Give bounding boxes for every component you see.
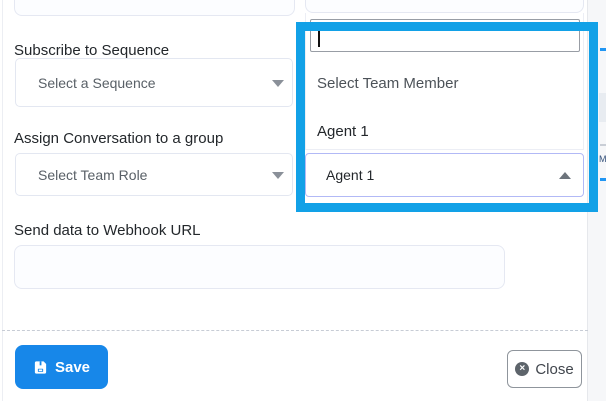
webhook-url-input[interactable] [14,245,505,289]
close-icon: × [515,362,529,376]
save-button-label: Save [55,359,90,376]
team-role-select-value: Select Team Role [16,167,147,183]
save-button[interactable]: Save [15,345,108,389]
subscribe-sequence-label: Subscribe to Sequence [14,42,169,59]
strip-blue-line [600,48,606,51]
sequence-select-value: Select a Sequence [16,75,156,91]
dropdown-option-select-team-member[interactable]: Select Team Member [317,75,567,92]
assign-group-label: Assign Conversation to a group [14,130,223,147]
chevron-down-icon [272,172,284,179]
strip-blue-line-2 [600,178,606,181]
strip-gray-dash [600,144,606,146]
background-page-strip: M [588,0,606,401]
footer-divider [2,330,588,331]
chevron-down-icon [272,80,284,87]
strip-gray-block [599,93,606,122]
save-icon [33,360,48,375]
close-button[interactable]: × Close [507,350,582,388]
dropdown-option-agent-1[interactable]: Agent 1 [317,123,567,140]
team-member-select-value: Agent 1 [306,167,374,183]
webhook-url-label: Send data to Webhook URL [14,222,201,239]
screen: M Subscribe to Sequence Select a Sequenc… [0,0,606,401]
top-right-input[interactable] [305,0,584,13]
top-left-input[interactable] [14,0,295,16]
team-member-search-input[interactable] [310,19,580,52]
close-button-label: Close [535,361,573,378]
sequence-select[interactable]: Select a Sequence [15,58,293,107]
strip-text-fragment: M [599,154,606,164]
text-cursor [318,30,320,47]
team-role-select[interactable]: Select Team Role [15,153,293,196]
team-member-select[interactable]: Agent 1 [305,153,584,197]
chevron-up-icon [559,172,571,179]
